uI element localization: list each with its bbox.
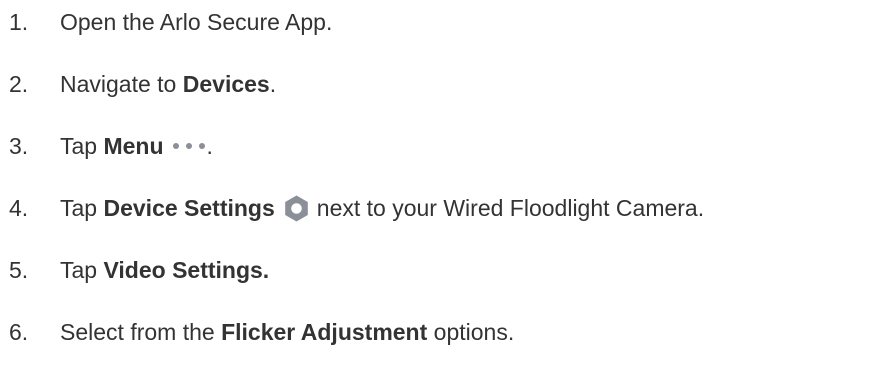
step-text-suffix: . (269, 71, 277, 97)
step-emphasis: Flicker Adjustment (221, 319, 428, 345)
step-number: 4. (9, 195, 29, 221)
step-1: 1. Open the Arlo Secure App. (9, 2, 332, 42)
step-number: 1. (9, 9, 29, 35)
gear-icon (282, 194, 311, 223)
step-number: 5. (9, 257, 29, 283)
step-emphasis: Menu (103, 133, 164, 159)
step-2: 2. Navigate to Devices . (9, 64, 276, 104)
step-text: Open the Arlo Secure App. (60, 9, 333, 35)
step-number: 2. (9, 71, 29, 97)
step-number: 3. (9, 133, 29, 159)
step-emphasis: Devices (182, 71, 270, 97)
step-4: 4. Tap Device Settings next to your Wire… (9, 188, 704, 228)
step-emphasis: Video Settings. (103, 257, 270, 283)
step-3: 3. Tap Menu . (9, 126, 213, 166)
step-text-prefix: Tap (60, 257, 104, 283)
step-number: 6. (9, 319, 29, 345)
step-text-prefix: Select from the (60, 319, 222, 345)
step-text-suffix: . (206, 133, 213, 159)
more-dots-icon (172, 143, 205, 149)
step-text-prefix: Tap (60, 195, 104, 221)
step-5: 5. Tap Video Settings. (9, 250, 269, 290)
step-emphasis: Device Settings (103, 195, 275, 221)
step-text-prefix: Navigate to (60, 71, 183, 97)
step-text-suffix: next to your Wired Floodlight Camera. (316, 195, 705, 221)
step-text-prefix: Tap (60, 133, 104, 159)
step-6: 6. Select from the Flicker Adjustment op… (9, 312, 514, 352)
step-text-suffix: options. (427, 319, 515, 345)
